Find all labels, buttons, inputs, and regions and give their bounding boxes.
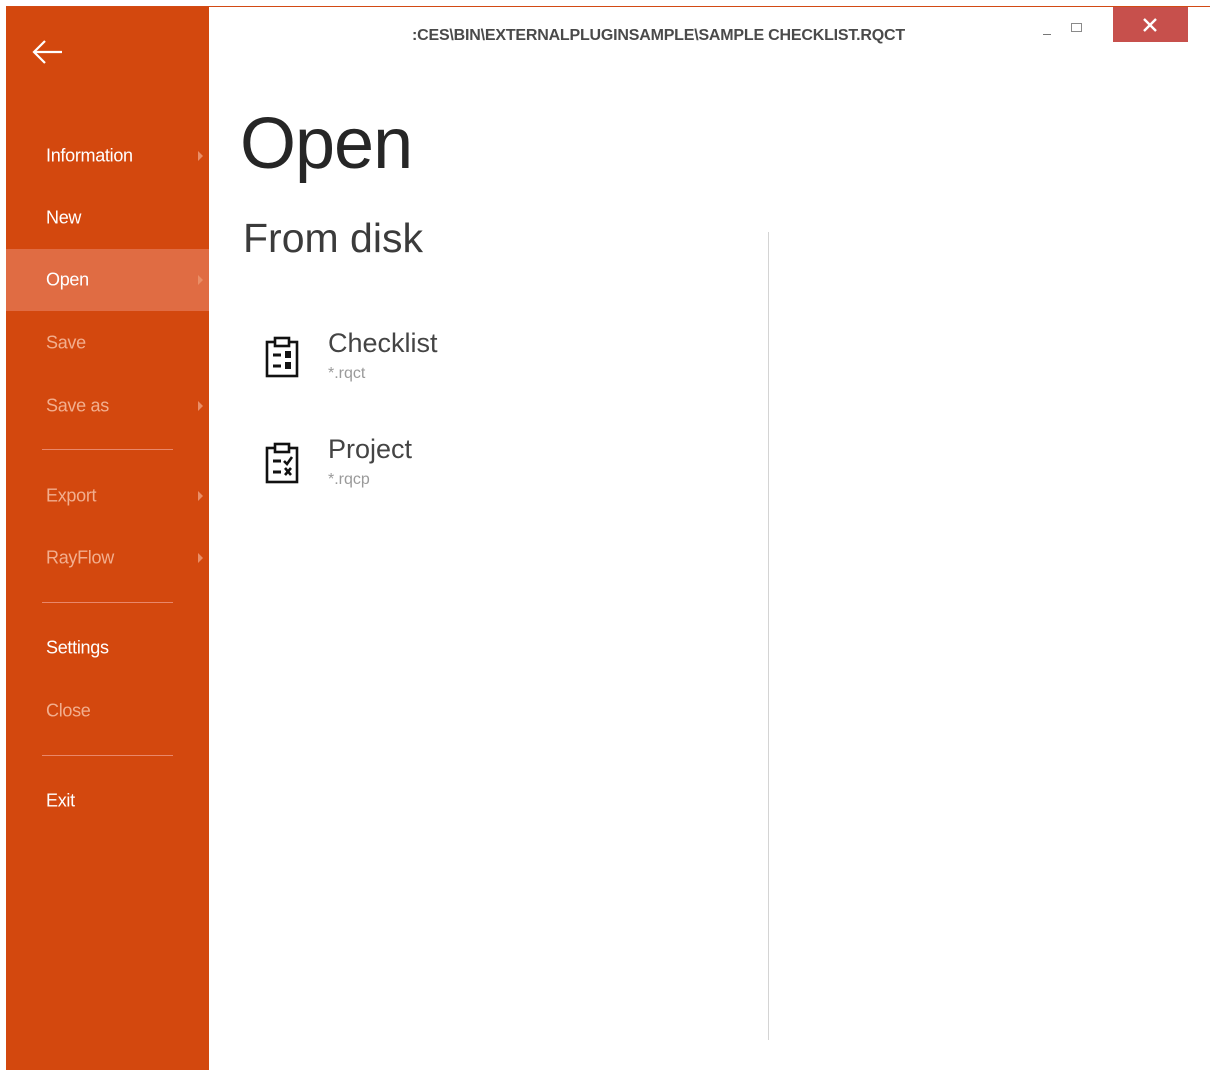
sidebar-item-label: RayFlow (46, 547, 114, 568)
sidebar-item-label: Information (46, 145, 133, 166)
sidebar-item-label: Settings (46, 637, 109, 658)
minimize-icon (1043, 34, 1051, 35)
minimize-button[interactable] (1040, 22, 1056, 40)
close-window-button[interactable] (1113, 7, 1188, 42)
maximize-button[interactable] (1068, 20, 1090, 38)
pane-divider (768, 232, 769, 1040)
sidebar-item-label: New (46, 207, 82, 228)
sidebar-item-new[interactable]: New (6, 187, 209, 249)
sidebar-item-label: Export (46, 485, 97, 506)
chevron-right-icon (198, 553, 203, 563)
option-name: Project (328, 434, 413, 464)
page-title: Open (240, 104, 413, 184)
back-button[interactable] (28, 32, 68, 72)
open-checklist-option[interactable]: Checklist *.rqct (250, 328, 720, 408)
chevron-right-icon (198, 151, 203, 161)
application-window: Information New Open Save Save as Export… (0, 0, 1210, 1070)
sidebar-item-label: Open (46, 269, 89, 290)
option-extension: *.rqcp (328, 471, 370, 488)
chevron-right-icon (198, 401, 203, 411)
menu-separator (42, 602, 173, 603)
open-project-option[interactable]: Project *.rqcp (250, 434, 720, 514)
arrow-left-icon (32, 40, 62, 64)
checklist-file-icon (265, 336, 299, 378)
sidebar-item-close: Close (6, 680, 209, 742)
sidebar-item-label: Close (46, 700, 91, 721)
chevron-right-icon (198, 491, 203, 501)
sidebar-item-open[interactable]: Open (6, 249, 209, 311)
sidebar-item-export: Export (6, 465, 209, 527)
window-title: :CES\BIN\EXTERNALPLUGINSAMPLE\SAMPLE CHE… (412, 27, 905, 44)
menu-separator (42, 449, 173, 450)
sidebar-item-label: Save as (46, 395, 109, 416)
sidebar-item-label: Exit (46, 790, 75, 811)
chevron-right-icon (198, 275, 203, 285)
backstage-sidebar: Information New Open Save Save as Export… (6, 7, 209, 1070)
sidebar-item-label: Save (46, 332, 86, 353)
option-name: Checklist (328, 328, 438, 358)
sidebar-item-save-as: Save as (6, 375, 209, 437)
close-icon (1143, 18, 1157, 32)
maximize-icon (1071, 23, 1082, 32)
sidebar-item-settings[interactable]: Settings (6, 617, 209, 679)
menu-separator (42, 755, 173, 756)
sidebar-item-information[interactable]: Information (6, 125, 209, 187)
sidebar-item-exit[interactable]: Exit (6, 770, 209, 832)
sidebar-item-save: Save (6, 312, 209, 374)
sidebar-item-rayflow: RayFlow (6, 527, 209, 589)
project-file-icon (265, 442, 299, 484)
option-extension: *.rqct (328, 365, 366, 382)
section-title: From disk (243, 215, 423, 261)
